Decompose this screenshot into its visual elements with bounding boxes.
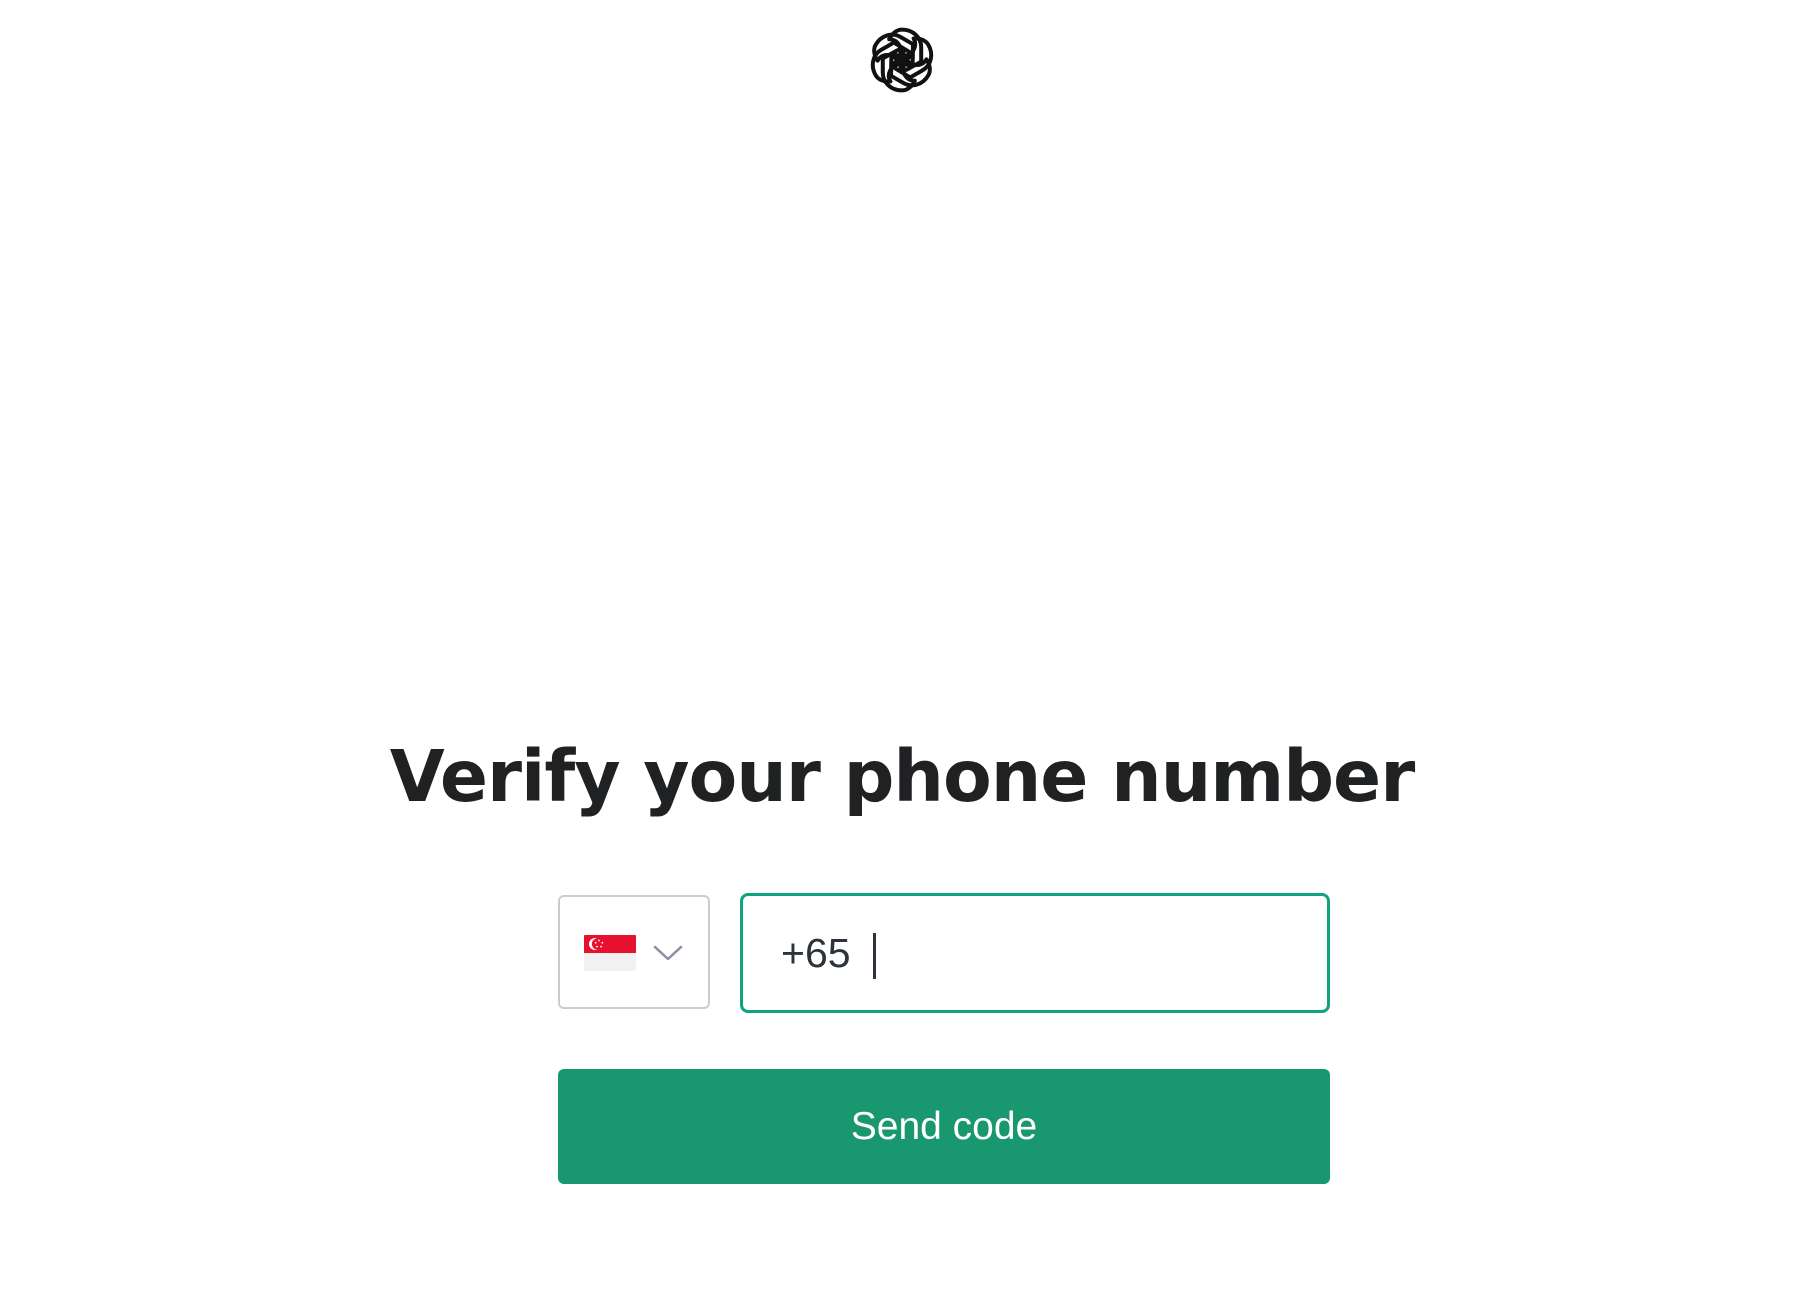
send-code-button[interactable]: Send code	[558, 1069, 1330, 1184]
singapore-flag-icon	[584, 935, 636, 971]
phone-number-input[interactable]	[743, 896, 1327, 1010]
country-code-select[interactable]	[558, 895, 710, 1009]
phone-number-field[interactable]	[740, 893, 1330, 1013]
verify-phone-page: Verify your phone number Send code	[0, 0, 1804, 1292]
text-caret	[873, 933, 876, 979]
openai-logo-icon	[862, 20, 942, 100]
chevron-down-icon	[652, 941, 684, 965]
page-title: Verify your phone number	[389, 735, 1415, 818]
